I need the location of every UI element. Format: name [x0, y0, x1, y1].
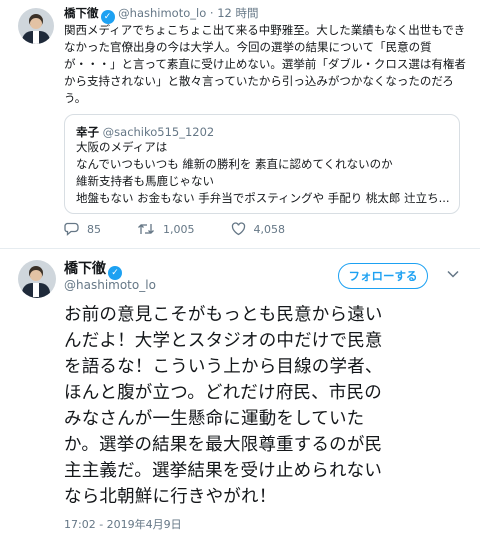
main-body-line: お前の意見こそがもっとも民意から遠い	[64, 305, 383, 325]
main-body-line: 主主義だ。選挙結果を受け止められない	[64, 461, 383, 481]
tweet-divider	[0, 248, 480, 249]
retweet-icon	[138, 224, 154, 234]
main-author-avatar[interactable]	[18, 260, 56, 298]
quoted-body-line: 維新支持者も馬鹿じゃない	[76, 174, 214, 188]
reply-author-avatar[interactable]	[18, 8, 54, 44]
reply-author-handle[interactable]: @hashimoto_lo	[118, 6, 206, 20]
reply-action[interactable]: 85	[64, 222, 101, 236]
reply-author-name[interactable]: 橋下徹	[64, 6, 99, 20]
reply-body-line: が・・・」と言って素直に受け止めない。選挙前「ダブル・クロス選は有権者	[64, 57, 466, 71]
follow-button[interactable]: フォローする	[338, 263, 428, 289]
main-body-line: か。選挙の結果を最大限尊重するのが民	[64, 435, 383, 455]
quoted-body-line: なんでいつもいつも 維新の勝利を 素直に認めてくれないのか	[76, 157, 393, 171]
reply-body-line: 関西メディアでちょこちょこ出て来る中野雅至。大した業績もなく出世もでき	[64, 23, 466, 37]
quoted-author-handle: @sachiko515_1202	[102, 125, 215, 139]
reply-body-line: う。	[64, 91, 87, 105]
main-body-line: なら北朝鮮に行きやがれ！	[64, 487, 277, 507]
retweet-count: 1,005	[163, 222, 195, 236]
like-action[interactable]: 4,058	[231, 222, 286, 236]
main-tweet-timestamp[interactable]: 17:02 - 2019年4月9日	[64, 516, 182, 532]
avatar-shirt	[33, 31, 39, 44]
reply-body-line: なかった官僚出身の今は大学人。今回の選挙の結果について「民意の質	[64, 40, 432, 54]
main-body-line: んだよ！大学とスタジオの中だけで民意	[64, 331, 383, 351]
like-count: 4,058	[253, 222, 286, 236]
reply-tweet-actions: 85 1,005 4,058	[64, 222, 321, 236]
quoted-tweet-card[interactable]: 幸子 @sachiko515_1202 大阪のメディアは なんでいつもいつも 維…	[64, 114, 460, 214]
quoted-tweet-header: 幸子 @sachiko515_1202	[76, 124, 214, 140]
header-separator: ·	[209, 6, 214, 20]
like-icon	[231, 222, 245, 236]
main-tweet-body: お前の意見こそがもっとも民意から遠い んだよ！大学とスタジオの中だけで民意 を語…	[64, 302, 474, 510]
avatar-face	[30, 18, 42, 29]
main-body-line: みなさんが一生懸命に運動をしていた	[64, 409, 365, 429]
quoted-tweet-body: 大阪のメディアは なんでいつもいつも 維新の勝利を 素直に認めてくれないのか 維…	[76, 139, 450, 207]
reply-body-line: から支持されない」と散々言っていたから引っ込みがつかなくなったのだろ	[64, 74, 454, 88]
quoted-body-line: 大阪のメディアは	[76, 140, 168, 154]
reply-count: 85	[87, 222, 101, 236]
reply-icon	[64, 222, 79, 236]
quoted-author-name: 幸子	[76, 125, 99, 139]
retweet-action[interactable]: 1,005	[137, 222, 195, 236]
quoted-body-line: 地盤もない お金もない 手弁当でポスティングや 手配り 桃太郎 辻立ち...	[76, 191, 450, 205]
main-author-name[interactable]: 橋下徹	[64, 261, 106, 277]
main-body-line: を語るな！こういう上から目線の学者、	[64, 357, 383, 377]
main-author-handle[interactable]: @hashimoto_lo	[64, 278, 156, 292]
reply-time-ago[interactable]: 12 時間	[217, 6, 258, 20]
main-author-name-row: 橋下徹 ✓	[64, 258, 122, 280]
avatar-face	[30, 270, 42, 281]
avatar-shirt	[33, 283, 39, 297]
main-body-line: ほんと腹が立つ。どれだけ府民、市民の	[64, 383, 382, 403]
reply-tweet-body: 関西メディアでちょこちょこ出て来る中野雅至。大した業績もなく出世もでき なかった…	[64, 22, 466, 107]
chevron-down-icon[interactable]	[447, 270, 459, 278]
